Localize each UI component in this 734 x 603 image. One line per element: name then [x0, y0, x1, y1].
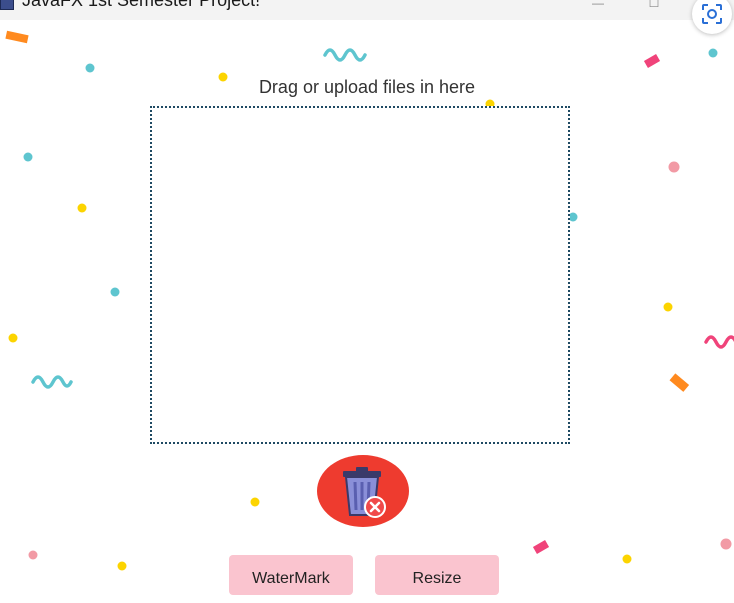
- screenshot-icon: [702, 4, 722, 24]
- confetti-dot: [77, 203, 87, 213]
- confetti-dot: [85, 63, 95, 73]
- resize-button[interactable]: Resize: [375, 555, 499, 595]
- confetti-dot: [663, 302, 673, 312]
- confetti-piece: [532, 540, 550, 554]
- confetti-squiggle: [31, 375, 73, 389]
- confetti-piece: [5, 30, 29, 44]
- confetti-dot: [28, 550, 38, 560]
- confetti-dot: [668, 161, 680, 173]
- window-title: JavaFX 1st Semester Project!: [22, 0, 261, 10]
- confetti-piece: [643, 54, 661, 68]
- screenshot-button[interactable]: [692, 0, 732, 34]
- confetti-dot: [720, 538, 732, 550]
- window-titlebar: JavaFX 1st Semester Project! — ☐: [0, 0, 734, 20]
- app-icon: [0, 0, 14, 10]
- minimize-button[interactable]: —: [578, 0, 618, 12]
- confetti-squiggle: [323, 48, 367, 62]
- upload-prompt: Drag or upload files in here: [258, 77, 476, 97]
- confetti-piece: [669, 373, 690, 392]
- confetti-dot: [110, 287, 120, 297]
- confetti-dot: [117, 561, 127, 571]
- confetti-dot: [23, 152, 33, 162]
- confetti-squiggle: [704, 335, 734, 349]
- confetti-dot: [8, 333, 18, 343]
- confetti-dot: [250, 497, 260, 507]
- watermark-button[interactable]: WaterMark: [229, 555, 353, 595]
- confetti-dot: [708, 48, 718, 58]
- confetti-dot: [622, 554, 632, 564]
- trash-delete-icon: [343, 467, 386, 518]
- maximize-button[interactable]: ☐: [634, 0, 674, 12]
- clear-files-button[interactable]: [317, 455, 409, 527]
- file-drop-zone[interactable]: [150, 106, 570, 444]
